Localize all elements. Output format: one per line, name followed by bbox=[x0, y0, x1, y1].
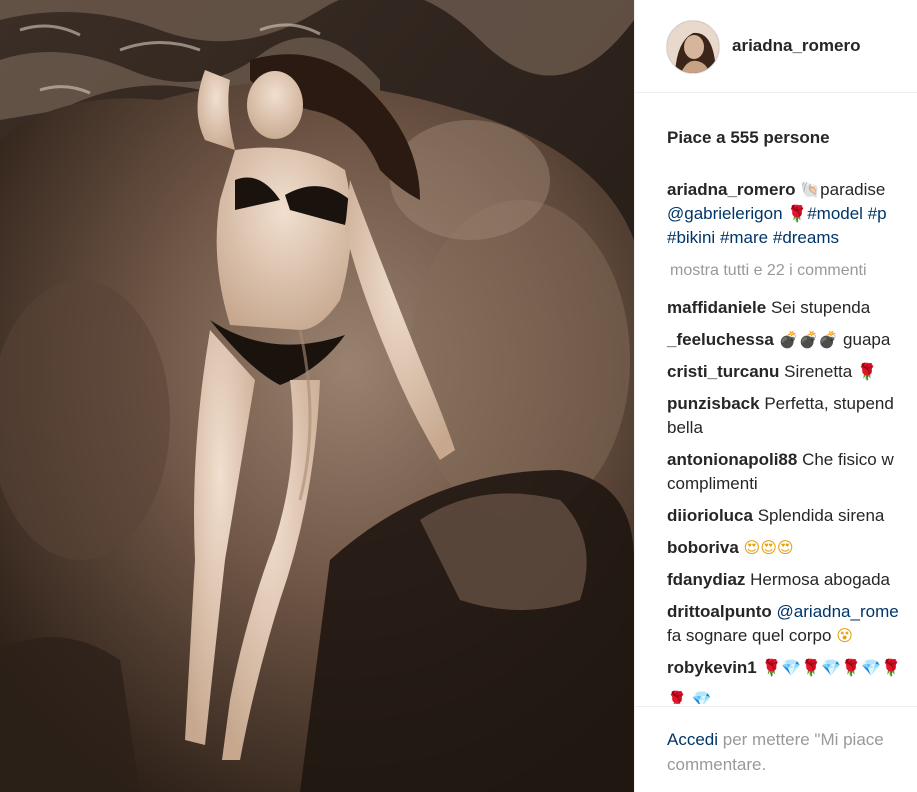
hashtag-dreams[interactable]: #dreams bbox=[773, 228, 839, 247]
post-details-panel: ariadna_romero Piace a 555 persone ariad… bbox=[634, 0, 917, 792]
comment-username[interactable]: robykevin1 bbox=[667, 658, 757, 677]
login-prompt: Accedi per mettere "Mi piace commentare. bbox=[667, 727, 917, 777]
hashtag-model[interactable]: #model bbox=[807, 204, 863, 223]
beach-rock-photo bbox=[0, 0, 634, 792]
comment-item: diiorioluca Splendida sirena bbox=[667, 504, 917, 528]
comment-text: Splendida sirena bbox=[757, 506, 885, 525]
bomb-icons: 💣💣💣 bbox=[778, 330, 839, 349]
rose-gem-icons: 🌹💎🌹💎🌹💎🌹 bbox=[761, 658, 901, 677]
comment-mention[interactable]: @ariadna_rome bbox=[777, 602, 899, 621]
comment-text: Sei stupenda bbox=[770, 298, 871, 317]
rose-icon: 🌹 bbox=[787, 204, 808, 223]
comment-text: Hermosa abogada bbox=[750, 570, 891, 589]
comment-username[interactable]: _feeluchessa bbox=[667, 330, 774, 349]
caption-mention[interactable]: @gabrielerigon bbox=[667, 204, 783, 223]
login-link[interactable]: Accedi bbox=[667, 730, 718, 749]
comment-item: robykevin1 🌹💎🌹💎🌹💎🌹 bbox=[667, 656, 917, 680]
comment-text-continued: fa sognare quel corpo bbox=[667, 626, 832, 645]
comment-item: maffidaniele Sei stupenda bbox=[667, 296, 917, 320]
post-header: ariadna_romero bbox=[635, 0, 917, 93]
comment-username[interactable]: diiorioluca bbox=[667, 506, 753, 525]
post-footer: Accedi per mettere "Mi piace commentare. bbox=[635, 706, 917, 792]
avatar[interactable] bbox=[666, 20, 720, 74]
gem-icon: 💎 bbox=[691, 690, 712, 704]
comment-item: _feeluchessa 💣💣💣 guapa bbox=[667, 328, 917, 352]
comment-text: guapa bbox=[843, 330, 891, 349]
comment-item: punzisback Perfetta, stupend bella bbox=[667, 392, 917, 440]
shell-icon: 🐚 bbox=[800, 180, 821, 199]
comment-username[interactable]: cristi_turcanu bbox=[667, 362, 779, 381]
show-all-comments-link[interactable]: mostra tutti e 22 i commenti bbox=[670, 262, 867, 280]
comment-text: Perfetta, stupend bbox=[764, 394, 894, 413]
comment-username[interactable]: drittoalpunto bbox=[667, 602, 772, 621]
comment-username[interactable]: antonionapoli88 bbox=[667, 450, 797, 469]
likes-count[interactable]: Piace a 555 persone bbox=[667, 128, 830, 148]
login-prompt-text-continued: commentare. bbox=[667, 755, 767, 774]
caption-username[interactable]: ariadna_romero bbox=[667, 180, 796, 199]
post-window: ariadna_romero Piace a 555 persone ariad… bbox=[0, 0, 917, 792]
comment-text-continued: complimenti bbox=[667, 474, 758, 493]
comments-list: maffidaniele Sei stupenda _feeluchessa 💣… bbox=[667, 296, 917, 704]
comment-username[interactable]: boboriva bbox=[667, 538, 739, 557]
comment-text-continued: bella bbox=[667, 418, 703, 437]
heart-eyes-icons: 😍😍😍 bbox=[743, 538, 794, 557]
hashtag-p[interactable]: #p bbox=[868, 204, 887, 223]
post-caption: ariadna_romero 🐚paradise @gabrielerigon … bbox=[667, 178, 917, 250]
rose-icon: 🌹 bbox=[856, 362, 877, 381]
comment-text: Sirenetta bbox=[784, 362, 853, 381]
comment-username[interactable]: punzisback bbox=[667, 394, 760, 413]
dizzy-face-icon: 😵 bbox=[836, 626, 853, 645]
post-author-username[interactable]: ariadna_romero bbox=[732, 36, 861, 56]
caption-text: paradise bbox=[820, 180, 886, 199]
comment-item: fdanydiaz Hermosa abogada bbox=[667, 568, 917, 592]
comment-text: Che fisico w bbox=[802, 450, 894, 469]
rose-icon: 🌹 bbox=[667, 690, 687, 704]
comment-item: cristi_turcanu Sirenetta 🌹 bbox=[667, 360, 917, 384]
hashtag-bikini[interactable]: #bikini bbox=[667, 228, 715, 247]
hashtag-mare[interactable]: #mare bbox=[720, 228, 768, 247]
comment-item: boboriva 😍😍😍 bbox=[667, 536, 917, 560]
login-prompt-text: per mettere "Mi piace bbox=[718, 730, 884, 749]
comment-item: drittoalpunto @ariadna_rome fa sognare q… bbox=[667, 600, 917, 648]
post-photo[interactable] bbox=[0, 0, 634, 792]
comment-username[interactable]: fdanydiaz bbox=[667, 570, 745, 589]
comment-item: antonionapoli88 Che fisico w complimenti bbox=[667, 448, 917, 496]
avatar-image bbox=[667, 21, 719, 73]
comment-item-partial: 🌹 💎 bbox=[667, 688, 917, 704]
comment-username[interactable]: maffidaniele bbox=[667, 298, 766, 317]
